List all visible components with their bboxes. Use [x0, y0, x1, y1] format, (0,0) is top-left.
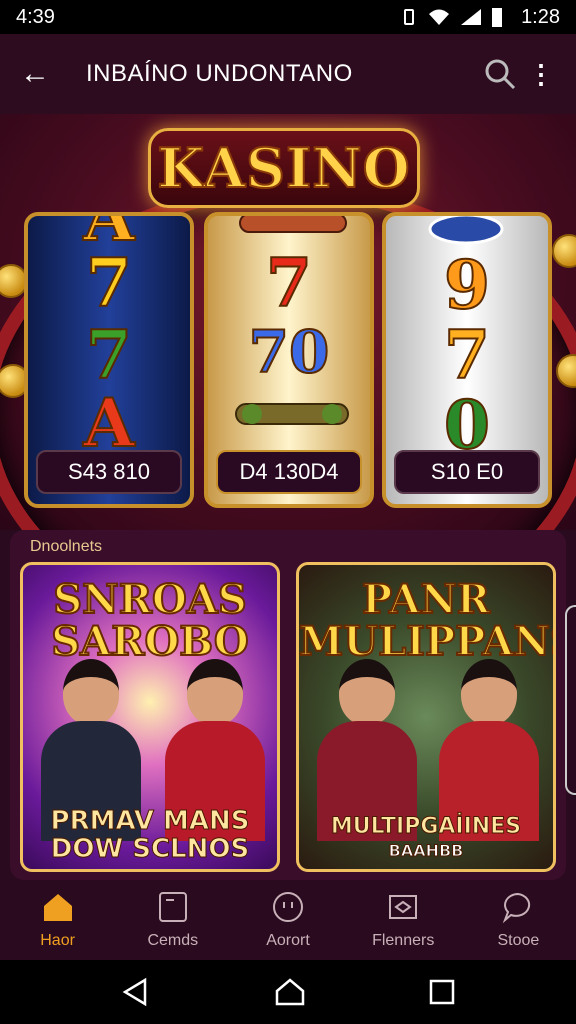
search-icon[interactable] — [474, 57, 526, 91]
card-caption-sub: BAAHBB — [388, 841, 464, 861]
bottom-nav: Haor Cemds Aorort Flenners Stooe — [0, 880, 576, 960]
reel-amount: S10 E0 — [394, 450, 540, 494]
status-bar: 4:39 1:28 — [0, 0, 576, 34]
signal-icon — [461, 9, 482, 25]
slot-handle-icon — [239, 216, 347, 233]
person-image — [439, 659, 539, 841]
nav-cards[interactable]: Cemds — [115, 880, 230, 960]
vibrate-icon — [404, 9, 415, 25]
reel-3: 9 7 0 S10 E0 — [382, 212, 552, 508]
reel-symbol: 70 — [248, 317, 331, 387]
reel-symbol: 9 — [443, 245, 491, 325]
app-bar: ← INBAÍNO UNDONTANO ⋮ — [0, 34, 576, 114]
reel-symbol: 7 — [443, 315, 491, 395]
card-caption: MULTIPGAİINES BAAHBB — [299, 814, 553, 863]
reel-symbol: 7 — [265, 243, 313, 323]
game-card[interactable]: SNROAS SAROBO PRMAV MANS DOW SCLNOS — [20, 562, 280, 872]
nav-store[interactable]: Stooe — [461, 880, 576, 960]
coin-icon — [552, 234, 576, 268]
home-button-icon[interactable] — [274, 977, 306, 1007]
slot-handle-icon — [235, 403, 349, 425]
back-arrow-icon[interactable]: ← — [20, 57, 68, 91]
nav-planners[interactable]: Flenners — [346, 880, 461, 960]
reel-amount: D4 130D4 — [216, 450, 362, 494]
reel-1: A 7 7 A S43 810 — [24, 212, 194, 508]
card-caption: PRMAV MANS DOW SCLNOS — [50, 806, 250, 864]
back-icon[interactable] — [121, 977, 151, 1007]
nav-account[interactable]: Aorort — [230, 880, 345, 960]
status-clock: 1:28 — [521, 5, 560, 28]
section-label: Dnoolnets — [30, 538, 103, 555]
slot-machine-banner[interactable]: KASINO A 7 7 A S43 810 7 70 D4 130D4 9 7… — [0, 114, 576, 530]
nav-label: Cemds — [147, 932, 199, 949]
person-image — [41, 659, 141, 841]
next-card-peek[interactable] — [565, 605, 576, 795]
poker-chip-icon — [428, 216, 504, 245]
home-icon — [43, 894, 72, 921]
logo-text: KASINO — [156, 135, 411, 201]
reel-symbol: 7 — [85, 315, 133, 395]
cards-icon — [158, 892, 187, 922]
tickets-icon — [389, 895, 418, 919]
card-title: PANR MULIPPANS — [299, 576, 556, 665]
status-icons: 1:28 — [399, 6, 560, 29]
featured-section: Dnoolnets SNROAS SAROBO PRMAV MANS DOW S… — [10, 530, 566, 880]
card-caption-main: MULTIPGAİINES — [330, 814, 522, 839]
battery-icon — [492, 8, 503, 27]
nav-label: Aorort — [266, 932, 310, 949]
kasino-logo: KASINO — [148, 128, 420, 208]
wifi-icon — [429, 9, 450, 25]
more-vert-icon[interactable]: ⋮ — [526, 59, 556, 90]
nav-label: Stooe — [497, 932, 540, 949]
person-image — [165, 659, 265, 841]
page-title: INBAÍNO UNDONTANO — [86, 60, 353, 87]
nav-label: Haor — [40, 932, 75, 949]
system-nav-bar — [0, 960, 576, 1024]
card-title: SNROAS SAROBO — [50, 576, 249, 665]
reel-symbol: 7 — [85, 243, 133, 323]
nav-label: Flenners — [372, 932, 435, 949]
recents-icon[interactable] — [429, 979, 455, 1005]
status-time: 4:39 — [16, 5, 55, 28]
chip-icon — [273, 892, 303, 922]
chat-icon — [503, 892, 531, 924]
nav-home[interactable]: Haor — [0, 880, 115, 960]
reel-amount: S43 810 — [36, 450, 182, 494]
game-card[interactable]: PANR MULIPPANS MULTIPGAİINES BAAHBB — [296, 562, 556, 872]
person-image — [317, 659, 417, 841]
reel-2: 7 70 D4 130D4 — [204, 212, 374, 508]
